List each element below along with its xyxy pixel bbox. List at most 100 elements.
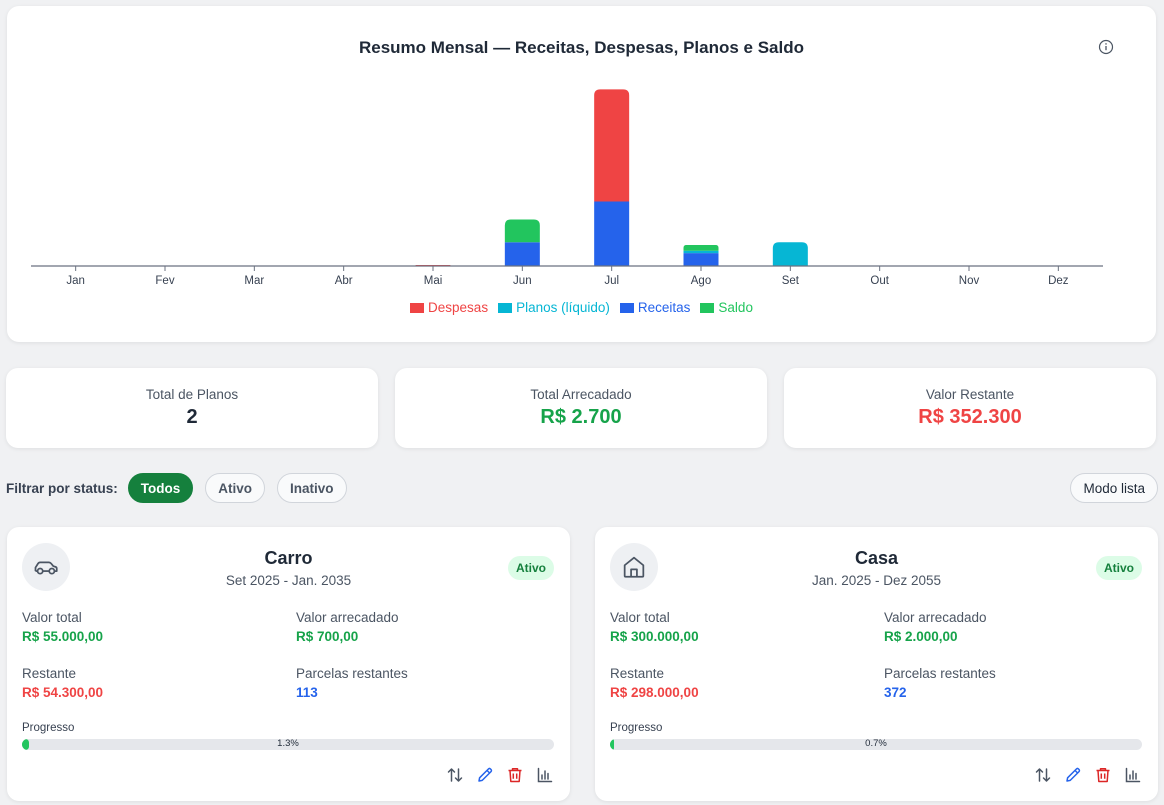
bar-chart-icon <box>537 767 553 783</box>
progress-label: Progresso <box>22 722 75 734</box>
x-tick-label: Nov <box>959 275 980 287</box>
stat-value: R$ 352.300 <box>918 406 1022 428</box>
x-tick-label: Jan <box>66 275 85 287</box>
pencil-icon <box>478 767 493 782</box>
legend-item[interactable]: Despesas <box>410 300 488 315</box>
field-value: R$ 55.000,00 <box>22 629 104 644</box>
total-plans-card: Total de Planos 2 <box>6 368 378 448</box>
legend-item[interactable]: Saldo <box>700 300 753 315</box>
x-tick-label: Jun <box>513 275 532 287</box>
legend-swatch <box>498 302 513 313</box>
edit-button[interactable] <box>1064 766 1082 784</box>
legend-item[interactable]: Planos (líquido) <box>498 300 610 315</box>
bar-chart-icon <box>1125 767 1141 783</box>
bar-ago-saldo[interactable] <box>683 244 719 251</box>
valor-total-field: Valor total R$ 300.000,00 <box>610 610 699 644</box>
legend-item[interactable]: Receitas <box>619 300 691 315</box>
legend-swatch <box>619 302 634 313</box>
monthly-summary-chart-card: Jan Fev Mar Abr Mai Jun Jul Ago Set Out Nov Dez Res… <box>7 6 1156 342</box>
status-badge: Ativo <box>508 556 554 580</box>
delete-button[interactable] <box>506 766 524 784</box>
stat-label: Total de Planos <box>145 387 239 402</box>
progress-bar: 1.3% <box>22 739 554 750</box>
filter-inativo-button[interactable]: Inativo <box>277 473 347 503</box>
x-tick-label: Out <box>870 275 889 287</box>
stats-button[interactable] <box>536 766 554 784</box>
status-badge: Ativo <box>1096 556 1142 580</box>
plan-card-carro: Carro Set 2025 - Jan. 2035 Ativo Valor t… <box>7 527 570 801</box>
field-value: R$ 700,00 <box>296 629 359 644</box>
trash-icon <box>508 768 522 783</box>
field-label: Valor arrecadado <box>296 610 399 625</box>
legend-label: Receitas <box>637 300 691 315</box>
x-tick-label: Fev <box>155 275 174 287</box>
bar-jun-receitas[interactable] <box>504 242 540 266</box>
field-value: R$ 298.000,00 <box>610 685 699 700</box>
trash-icon <box>1096 768 1110 783</box>
filter-label: Filtrar por status: <box>6 480 118 496</box>
progress-text: 1.3% <box>277 739 299 749</box>
stat-label: Total Arrecadado <box>530 387 632 402</box>
pencil-icon <box>1066 767 1081 782</box>
bar-set-planos-l-quido[interactable] <box>772 242 808 266</box>
bar-jun-saldo[interactable] <box>504 219 540 243</box>
field-label: Valor total <box>22 610 82 625</box>
progress-text: 0.7% <box>865 739 887 749</box>
parcelas-restantes-field: Parcelas restantes 372 <box>884 666 996 700</box>
legend-label: Saldo <box>718 300 753 315</box>
filter-ativo-button[interactable]: Ativo <box>205 473 266 503</box>
edit-button[interactable] <box>476 766 494 784</box>
x-tick-label: Set <box>782 275 800 287</box>
bar-ago-planos-l-quido[interactable] <box>683 250 719 254</box>
legend-label: Despesas <box>428 300 489 315</box>
plan-card-casa: Casa Jan. 2025 - Dez 2055 Ativo Valor to… <box>595 527 1158 801</box>
progress-bar: 0.7% <box>610 739 1142 750</box>
stat-label: Valor Restante <box>925 387 1015 402</box>
plan-period: Set 2025 - Jan. 2035 <box>225 573 352 588</box>
arrows-up-down-icon <box>1035 768 1051 782</box>
legend-label: Planos (líquido) <box>516 300 610 315</box>
plan-actions <box>1034 766 1142 784</box>
bar-jul-despesas[interactable] <box>594 89 630 202</box>
x-tick-label: Dez <box>1048 275 1069 287</box>
field-label: Valor arrecadado <box>884 610 987 625</box>
valor-arrecadado-field: Valor arrecadado R$ 700,00 <box>296 610 399 644</box>
field-label: Parcelas restantes <box>884 666 996 681</box>
x-tick-label: Jul <box>604 275 619 287</box>
plan-name: Carro <box>264 548 313 568</box>
sort-button[interactable] <box>446 766 464 784</box>
bar-ago-receitas[interactable] <box>683 253 719 266</box>
field-label: Restante <box>22 666 77 681</box>
plan-name: Casa <box>854 548 899 568</box>
field-value: 113 <box>296 685 318 700</box>
arrows-up-down-icon <box>447 768 463 782</box>
parcelas-restantes-field: Parcelas restantes 113 <box>296 666 408 700</box>
plan-actions <box>446 766 554 784</box>
bar-jul-receitas[interactable] <box>594 201 630 266</box>
chart-legend: Despesas Planos (líquido) Receitas Saldo <box>7 300 1156 315</box>
total-collected-card: Total Arrecadado R$ 2.700 <box>395 368 767 448</box>
restante-field: Restante R$ 54.300,00 <box>22 666 103 700</box>
restante-field: Restante R$ 298.000,00 <box>610 666 699 700</box>
progress-label: Progresso <box>610 722 663 734</box>
list-mode-button[interactable]: Modo lista <box>1070 473 1158 503</box>
stat-value: 2 <box>186 406 198 428</box>
valor-total-field: Valor total R$ 55.000,00 <box>22 610 103 644</box>
x-tick-label: Abr <box>335 275 353 287</box>
remaining-value-card: Valor Restante R$ 352.300 <box>784 368 1156 448</box>
plan-period: Jan. 2025 - Dez 2055 <box>811 573 942 588</box>
field-value: 372 <box>884 685 907 700</box>
chart-title: Resumo Mensal — Receitas, Despesas, Plan… <box>358 38 804 57</box>
x-tick-label: Ago <box>691 275 711 287</box>
sort-button[interactable] <box>1034 766 1052 784</box>
x-tick-label: Mar <box>244 275 264 287</box>
legend-swatch <box>410 302 425 313</box>
stat-value: R$ 2.700 <box>540 406 622 428</box>
delete-button[interactable] <box>1094 766 1112 784</box>
x-tick-label: Mai <box>424 275 443 287</box>
field-value: R$ 2.000,00 <box>884 629 958 644</box>
field-label: Restante <box>610 666 665 681</box>
filter-todos-button[interactable]: Todos <box>127 473 194 503</box>
info-icon[interactable] <box>1098 39 1114 55</box>
stats-button[interactable] <box>1124 766 1142 784</box>
